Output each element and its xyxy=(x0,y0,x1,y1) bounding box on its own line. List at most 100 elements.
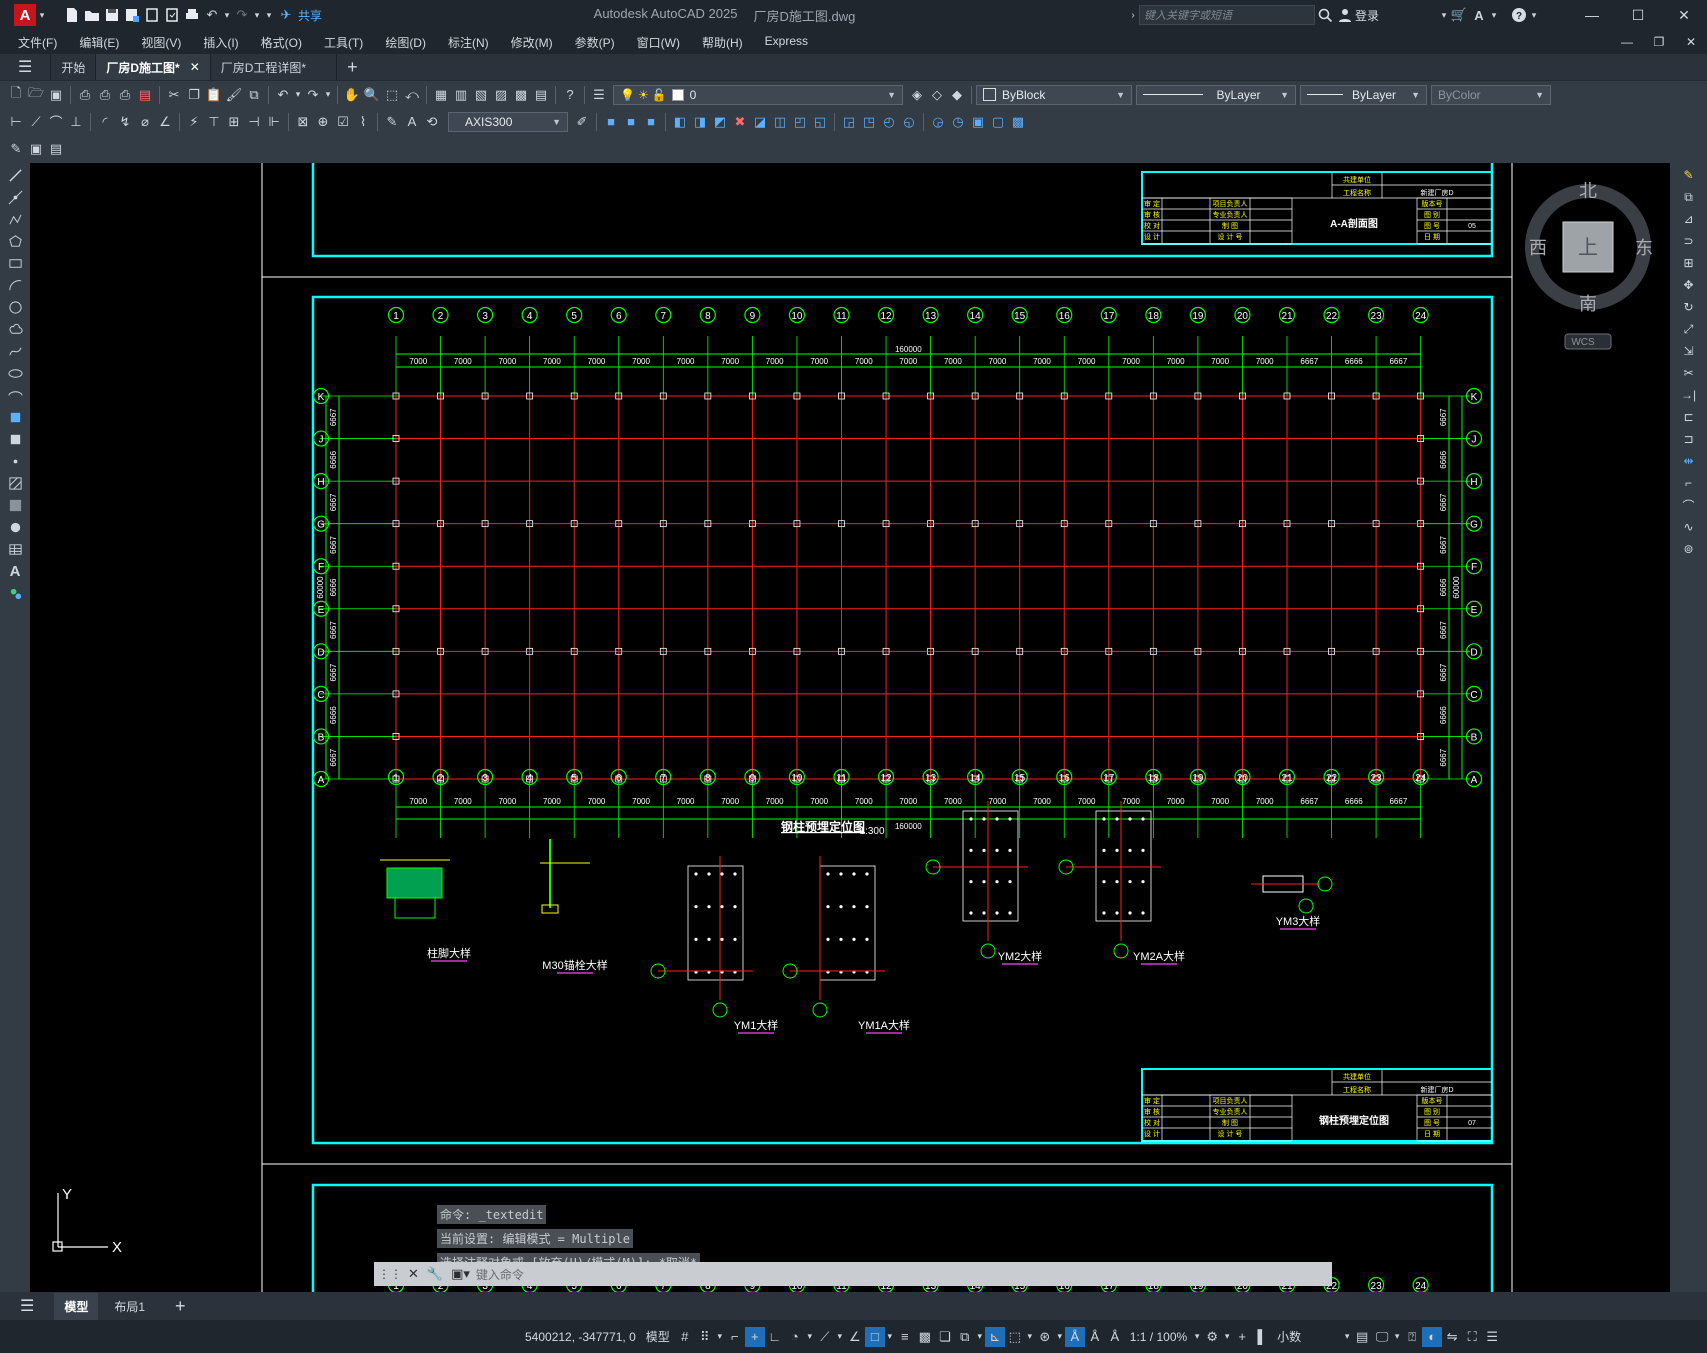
clean-screen-icon[interactable]: ⛶ xyxy=(1462,1327,1482,1347)
menu-item[interactable]: 文件(F) xyxy=(7,34,68,51)
save-reference-icon[interactable]: ▣ xyxy=(26,139,46,159)
chevron-down-icon[interactable]: ▾ xyxy=(252,5,262,25)
move-faces-icon[interactable]: ◨ xyxy=(690,112,710,132)
tab-start[interactable]: 开始 xyxy=(51,54,97,80)
tolerance-icon[interactable]: ⊠ xyxy=(293,112,313,132)
selection-cycling-icon[interactable]: ❏ xyxy=(935,1327,955,1347)
tab-cf-d-construction[interactable]: 厂房D施工图* ✕ xyxy=(96,54,211,80)
ortho-icon[interactable]: ∟ xyxy=(765,1327,785,1347)
recent-commands-icon[interactable]: ▣▾ xyxy=(451,1266,470,1282)
separate-icon[interactable]: ◴ xyxy=(879,112,899,132)
doc-close-icon[interactable]: ✕ xyxy=(1675,35,1707,49)
search-input[interactable]: 键入关键字或短语 xyxy=(1138,5,1315,25)
linear-dim-icon[interactable]: ⊢ xyxy=(6,112,26,132)
chevron-down-icon[interactable]: ▾ xyxy=(293,85,303,105)
tab-layout1[interactable]: 布局1 xyxy=(98,1293,161,1320)
chevron-down-icon[interactable]: ▾ xyxy=(323,85,333,105)
move-icon[interactable]: ✥ xyxy=(1678,275,1700,295)
save-icon[interactable] xyxy=(102,5,122,25)
hatch-icon[interactable] xyxy=(4,473,26,493)
construction-line-icon[interactable] xyxy=(4,187,26,207)
chevron-down-icon[interactable]: ▾ xyxy=(222,5,232,25)
aligned-dim-icon[interactable]: ⟋ xyxy=(26,112,46,132)
doc-restore-icon[interactable]: ❐ xyxy=(1643,35,1675,49)
menu-item[interactable]: 参数(P) xyxy=(564,34,626,51)
stretch-icon[interactable]: ⇲ xyxy=(1678,341,1700,361)
customize-qat-icon[interactable]: ▾ xyxy=(262,5,276,25)
dim-break-icon[interactable]: ⊩ xyxy=(264,112,284,132)
taper-faces-icon[interactable]: ◫ xyxy=(770,112,790,132)
transparency-icon[interactable]: ▩ xyxy=(915,1327,935,1347)
chevron-down-icon[interactable]: ▾ xyxy=(1489,5,1499,25)
help-icon[interactable]: ? xyxy=(560,85,580,105)
discard-reference-icon[interactable]: ▤ xyxy=(46,139,66,159)
plot-preview-icon[interactable]: ⎙ xyxy=(95,85,115,105)
menu-item[interactable]: 编辑(E) xyxy=(68,34,130,51)
region-icon[interactable] xyxy=(4,517,26,537)
plot-icon[interactable]: ⎙ xyxy=(75,85,95,105)
break-icon[interactable]: ⊐ xyxy=(1678,429,1700,449)
auto-scale-icon[interactable]: Å xyxy=(1085,1327,1105,1347)
continue-dim-icon[interactable]: ⊞ xyxy=(224,112,244,132)
angular-dim-icon[interactable]: ∠ xyxy=(155,112,175,132)
layer-states-icon[interactable]: ◆ xyxy=(947,85,967,105)
menu-item[interactable]: Express xyxy=(754,34,819,51)
chevron-down-icon[interactable]: ▾ xyxy=(805,1327,815,1347)
chevron-down-icon[interactable]: ▾ xyxy=(975,1327,985,1347)
paste-icon[interactable]: 📋 xyxy=(204,85,224,105)
layer-dropdown[interactable]: 💡 ☀ 🔓 0 ▼ xyxy=(613,84,903,105)
copy-object-icon[interactable]: ⧉ xyxy=(1678,187,1700,207)
gizmo-icon[interactable]: ⊛ xyxy=(1035,1327,1055,1347)
lineweight-dropdown[interactable]: ByLayer ▼ xyxy=(1300,84,1427,105)
login-button[interactable]: 登录 xyxy=(1355,7,1379,24)
color-edges-icon[interactable]: ▢ xyxy=(988,112,1008,132)
cart-icon[interactable]: 🛒 xyxy=(1449,5,1469,25)
save-as-icon[interactable] xyxy=(122,5,142,25)
sheet-set-icon[interactable]: ▨ xyxy=(491,85,511,105)
help-icon[interactable]: ? xyxy=(1509,5,1529,25)
close-icon[interactable]: ✕ xyxy=(190,60,200,74)
fillet-icon[interactable]: ⌒ xyxy=(1678,495,1700,515)
array-icon[interactable]: ⊞ xyxy=(1678,253,1700,273)
baseline-dim-icon[interactable]: ⊤ xyxy=(204,112,224,132)
chevron-down-icon[interactable]: ▾ xyxy=(1392,1327,1402,1347)
tab-model[interactable]: 模型 xyxy=(54,1292,99,1320)
explode-icon[interactable]: ⊚ xyxy=(1678,539,1700,559)
erase-icon[interactable]: ✎ xyxy=(1678,165,1700,185)
save-icon[interactable]: ▣ xyxy=(46,85,66,105)
extrude-faces-icon[interactable]: ◧ xyxy=(670,112,690,132)
point-icon[interactable] xyxy=(4,451,26,471)
menu-item[interactable]: 帮助(H) xyxy=(691,34,754,51)
menu-item[interactable]: 绘图(D) xyxy=(374,34,437,51)
user-icon[interactable] xyxy=(1335,5,1355,25)
zoom-window-icon[interactable]: ⬚ xyxy=(382,85,402,105)
tool-palettes-icon[interactable]: ▧ xyxy=(471,85,491,105)
annotation-visibility-icon[interactable]: Å xyxy=(1064,1326,1085,1347)
share-button[interactable]: 共享 xyxy=(298,7,322,24)
gradient-icon[interactable] xyxy=(4,495,26,515)
imprint-icon[interactable]: ◲ xyxy=(839,112,859,132)
new-icon[interactable]: 🗋 xyxy=(6,85,26,105)
fillet-edges-icon[interactable]: ▩ xyxy=(1008,112,1028,132)
menu-item[interactable]: 窗口(W) xyxy=(626,34,691,51)
chevron-right-icon[interactable]: › xyxy=(1127,5,1139,25)
circle-icon[interactable] xyxy=(4,297,26,317)
quick-properties-icon[interactable]: ▤ xyxy=(1352,1327,1372,1347)
chevron-down-icon[interactable]: ▾ xyxy=(1192,1327,1202,1347)
spline-icon[interactable] xyxy=(4,341,26,361)
doc-minimize-icon[interactable]: — xyxy=(1611,35,1643,49)
new-tab-button[interactable]: + xyxy=(337,54,368,80)
add-selected-icon[interactable] xyxy=(4,583,26,603)
plotstyle-dropdown[interactable]: ByColor ▼ xyxy=(1431,84,1551,105)
menu-item[interactable]: 插入(I) xyxy=(192,34,249,51)
annotation-scale-value[interactable]: 1:1 / 100% xyxy=(1125,1330,1192,1344)
pan-icon[interactable]: ✋ xyxy=(342,85,362,105)
copy-icon[interactable]: ❐ xyxy=(184,85,204,105)
chevron-down-icon[interactable]: ▾ xyxy=(1342,1327,1352,1347)
check-icon[interactable]: ◶ xyxy=(928,112,948,132)
drawing-canvas[interactable]: 共建单位 工程名称 新建厂房D 审 定项目负责人 版本号审 核专业负责人图 别校 对制 … xyxy=(30,163,1670,1292)
shell-icon[interactable]: ◵ xyxy=(899,112,919,132)
menu-item[interactable]: 标注(N) xyxy=(437,34,500,51)
hardware-accel-icon[interactable]: ⇋ xyxy=(1442,1327,1462,1347)
chevron-down-icon[interactable]: ▾ xyxy=(1055,1327,1065,1347)
